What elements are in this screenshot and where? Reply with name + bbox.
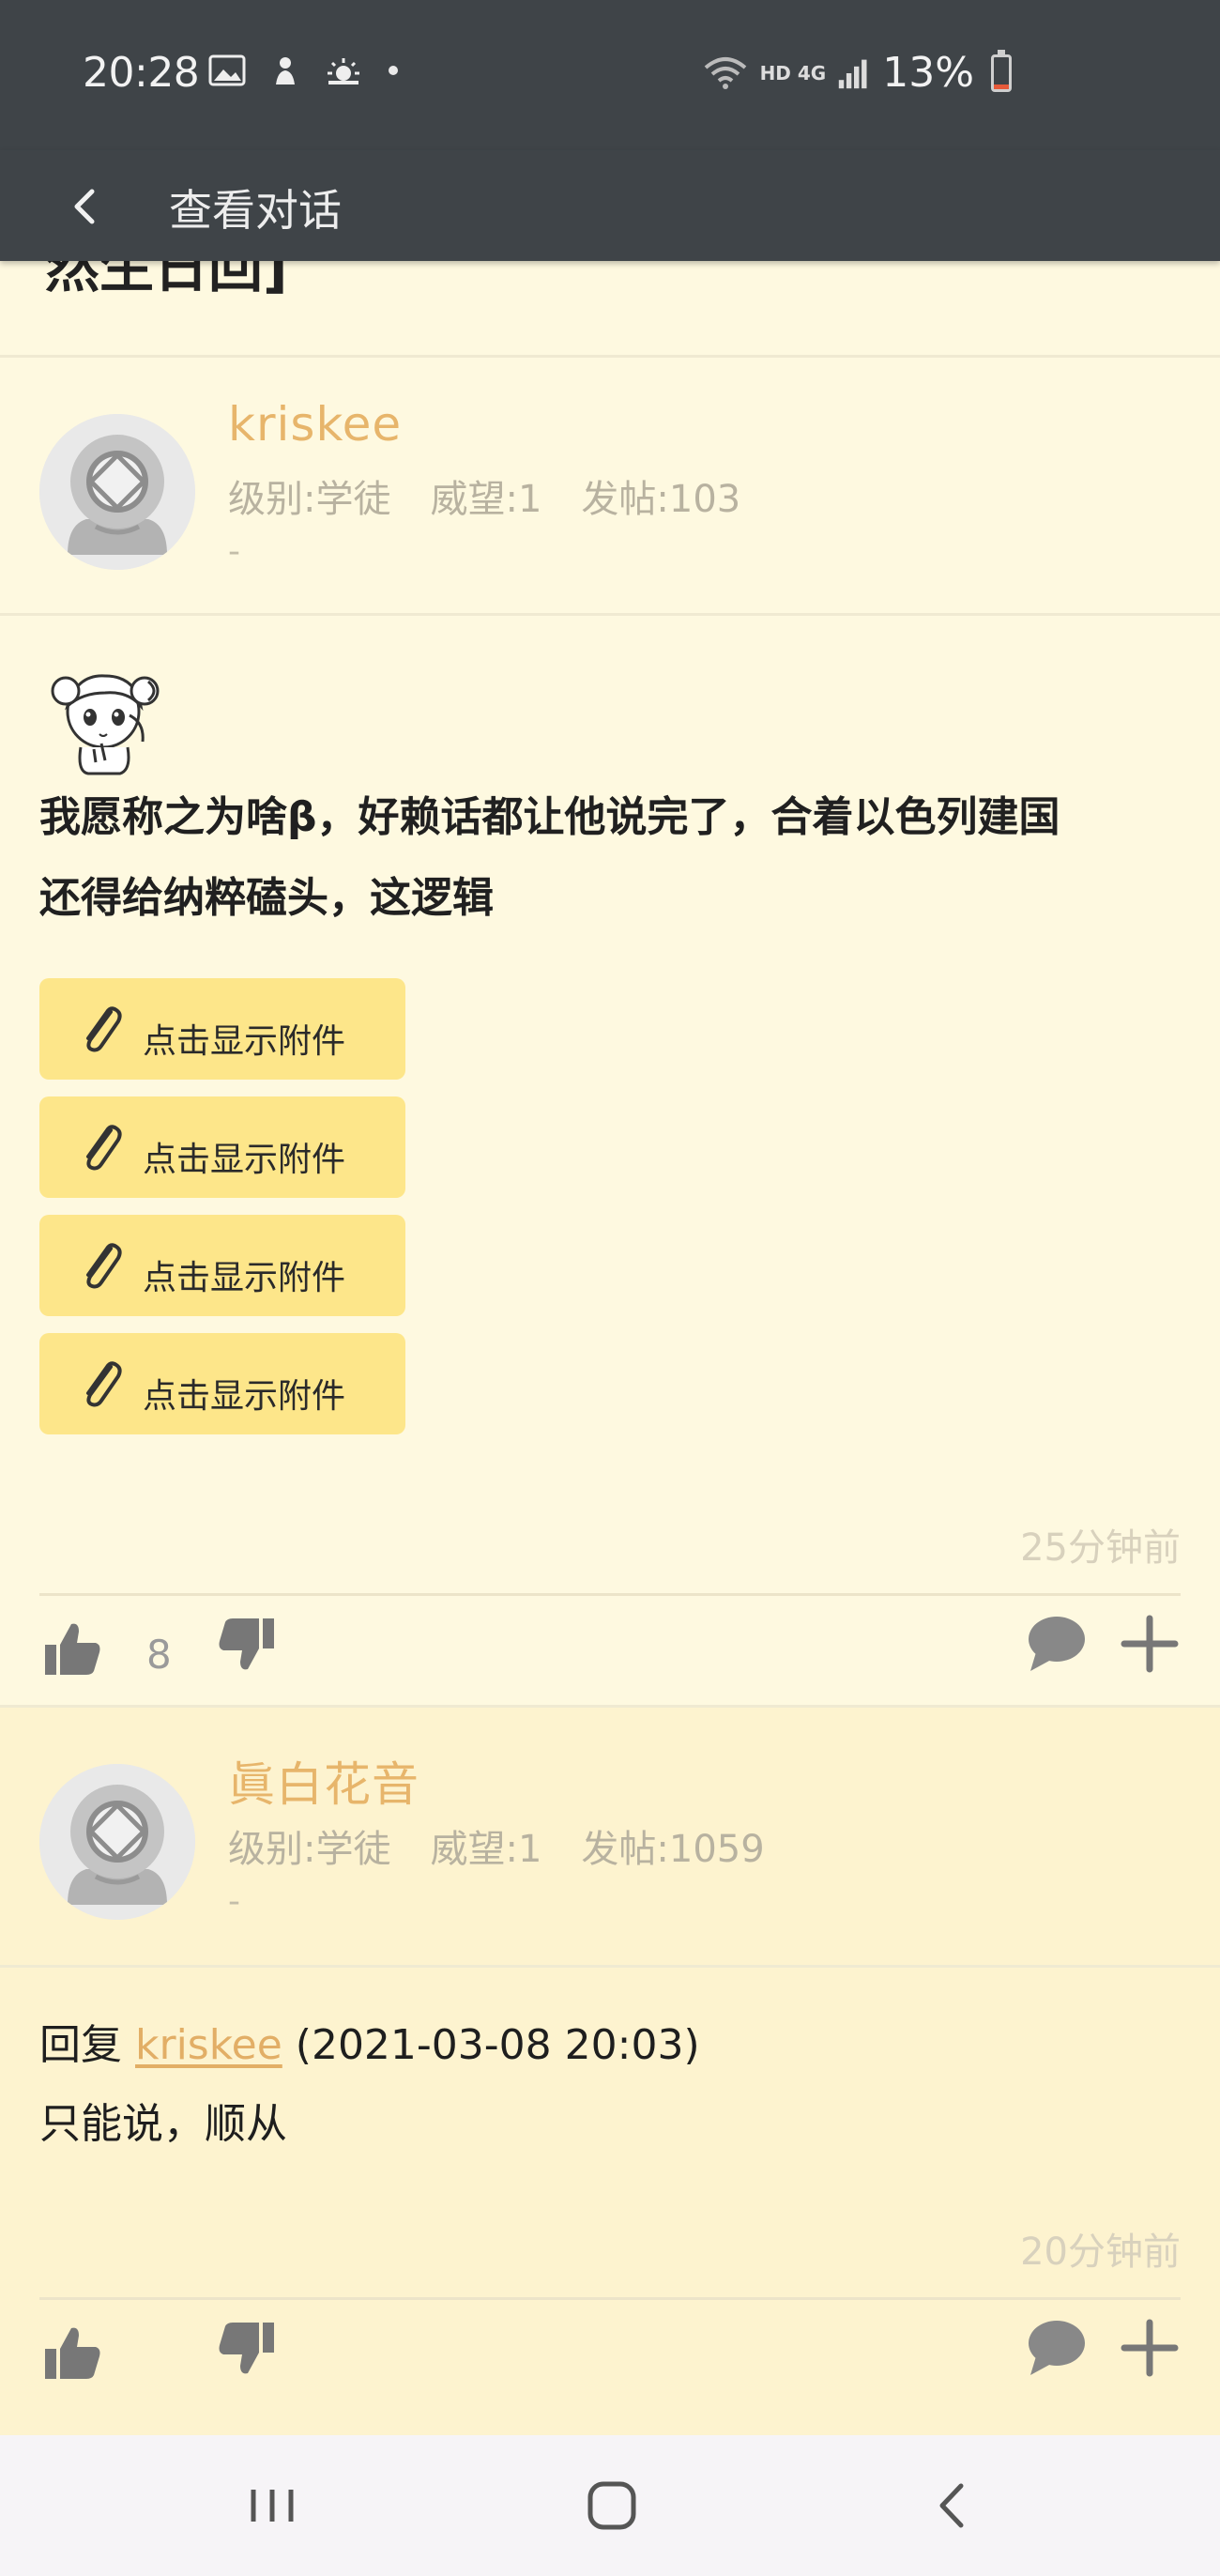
like-count: 8 <box>146 1632 172 1678</box>
weather-icon <box>328 58 359 84</box>
notification-icon <box>276 57 295 84</box>
conversation-content[interactable]: 然生日回] kriskee 级别:学徒 威望:1 发帖:103 - 我愿称之为啥… <box>0 261 1220 2435</box>
username[interactable]: 眞白花音 <box>228 1747 419 1815</box>
recent-apps-icon[interactable] <box>239 2473 305 2538</box>
diving-helmet-icon <box>39 414 195 570</box>
post-time: 25分钟前 <box>1020 1526 1181 1570</box>
anime-sticker-icon <box>51 674 160 775</box>
comment-icon[interactable] <box>1023 1611 1089 1677</box>
user-post-count: 发帖:1059 <box>581 1828 765 1871</box>
gallery-icon <box>208 54 246 86</box>
paperclip-icon <box>86 1006 122 1052</box>
paperclip-icon <box>86 1243 122 1289</box>
user-meta: 级别:学徒 威望:1 发帖:1059 <box>228 1818 765 1873</box>
thumbs-down-icon[interactable] <box>214 2315 280 2381</box>
reply-post: 眞白花音 级别:学徒 威望:1 发帖:1059 - 回复 kriskee (20… <box>0 1705 1220 2435</box>
signal-icon <box>839 59 867 88</box>
paperclip-icon <box>86 1361 122 1407</box>
post-text-line: 还得给纳粹磕头，这逻辑 <box>39 874 494 922</box>
post-author-block[interactable]: kriskee 级别:学徒 威望:1 发帖:103 - <box>0 358 1220 613</box>
page-title: 查看对话 <box>169 185 342 236</box>
user-level: 级别:学徒 <box>228 1828 391 1871</box>
user-signature: - <box>228 1882 240 1921</box>
home-icon[interactable] <box>579 2473 645 2538</box>
wifi-icon <box>704 56 746 89</box>
show-attachment-button[interactable]: 点击显示附件 <box>39 1215 405 1316</box>
post-text-line: 我愿称之为啥β，好赖话都让他说完了，合着以色列建国 <box>39 793 1060 841</box>
previous-post-title: 然生日回] <box>45 261 288 299</box>
thumbs-down-icon[interactable] <box>214 1611 280 1677</box>
divider <box>39 1593 1181 1596</box>
hd-icon: HD 4G <box>759 61 827 84</box>
reply-time: (2021-03-08 20:03) <box>295 2021 700 2069</box>
dot-icon <box>389 66 398 75</box>
avatar[interactable] <box>39 414 195 570</box>
attachment-label: 点击显示附件 <box>143 1022 346 1061</box>
paperclip-icon <box>86 1125 122 1171</box>
system-nav-bar <box>0 2435 1220 2576</box>
diving-helmet-icon <box>39 1764 195 1920</box>
plus-icon[interactable] <box>1117 1611 1182 1677</box>
battery-level <box>994 84 1009 89</box>
thumbs-up-icon[interactable] <box>39 1617 105 1682</box>
post-time: 20分钟前 <box>1020 2231 1181 2274</box>
user-meta: 级别:学徒 威望:1 发帖:103 <box>228 468 740 523</box>
battery-icon <box>991 49 1012 92</box>
attachment-label: 点击显示附件 <box>143 1259 346 1297</box>
user-prestige: 威望:1 <box>430 478 542 521</box>
show-attachment-button[interactable]: 点击显示附件 <box>39 1333 405 1434</box>
post-author-block[interactable]: 眞白花音 级别:学徒 威望:1 发帖:1059 - <box>0 1708 1220 1963</box>
status-bar: 20:28 HD 4G 13% <box>0 0 1220 150</box>
status-right-icons: HD 4G 13% <box>702 49 1012 97</box>
user-prestige: 威望:1 <box>430 1828 542 1871</box>
user-signature: - <box>228 532 240 571</box>
divider <box>0 1965 1220 1968</box>
post-text: 我愿称之为啥β，好赖话都让他说完了，合着以色列建国 还得给纳粹磕头，这逻辑 <box>39 777 1184 939</box>
thumbs-up-icon[interactable] <box>39 2321 105 2386</box>
chevron-left-icon[interactable] <box>58 178 114 235</box>
post-action-bar: 8 <box>0 1598 1220 1701</box>
app-bar: 查看对话 <box>0 150 1220 261</box>
back-icon[interactable] <box>920 2473 985 2538</box>
show-attachment-button[interactable]: 点击显示附件 <box>39 978 405 1080</box>
comment-icon[interactable] <box>1023 2315 1089 2381</box>
user-level: 级别:学徒 <box>228 478 391 521</box>
post-action-bar <box>0 2302 1220 2405</box>
battery-percent: 13% <box>882 49 974 97</box>
post-text: 只能说，顺从 <box>39 2100 287 2148</box>
plus-icon[interactable] <box>1117 2315 1182 2381</box>
attachment-label: 点击显示附件 <box>143 1377 346 1416</box>
show-attachment-button[interactable]: 点击显示附件 <box>39 1096 405 1198</box>
reply-prefix: 回复 <box>39 2021 122 2069</box>
reply-header: 回复 kriskee (2021-03-08 20:03) <box>39 2011 700 2071</box>
divider <box>39 2297 1181 2300</box>
status-left-icons <box>208 54 398 86</box>
user-post-count: 发帖:103 <box>581 478 741 521</box>
username[interactable]: kriskee <box>228 397 402 452</box>
avatar[interactable] <box>39 1764 195 1920</box>
reply-to-link[interactable]: kriskee <box>135 2021 282 2069</box>
status-time: 20:28 <box>83 49 200 97</box>
attachment-label: 点击显示附件 <box>143 1141 346 1179</box>
